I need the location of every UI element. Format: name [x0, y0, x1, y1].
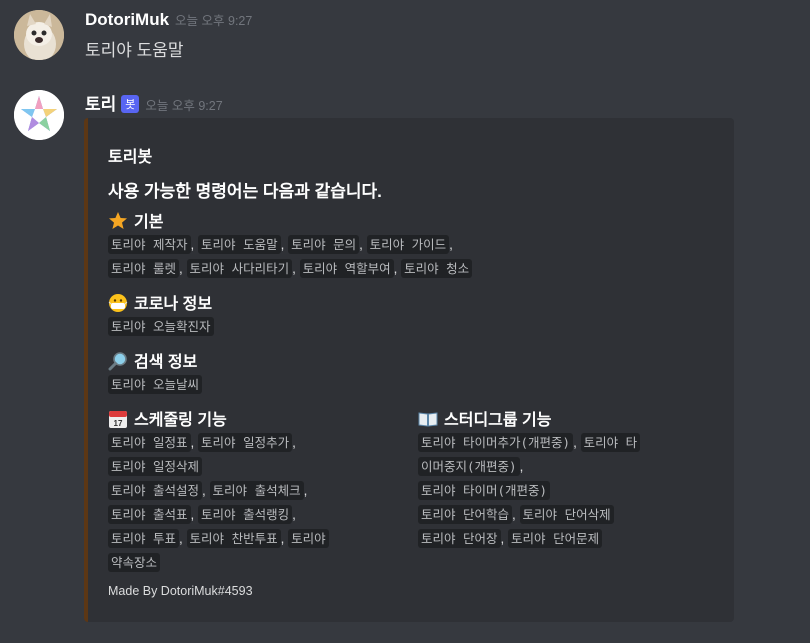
author-name-text[interactable]: DotoriMuk: [85, 10, 169, 29]
book-icon: [418, 412, 438, 427]
command-code: 토리야 일정추가: [198, 433, 293, 452]
command-code: 약속장소: [108, 553, 161, 572]
svg-text:17: 17: [114, 419, 123, 428]
field-value: 토리야 일정표, 토리야 일정추가, 토리야 일정삭제 토리야 출석설정, 토리…: [108, 431, 408, 575]
field-search-name: 검색 정보: [134, 354, 198, 371]
bot-author-name[interactable]: 토리: [85, 95, 116, 114]
command-code: 토리야 일정삭제: [108, 457, 203, 476]
command-code: 토리야 출석랭킹: [198, 505, 293, 524]
command-code: 토리야 출석설정: [108, 481, 203, 500]
field-schedule-name: 스케줄링 기능: [134, 412, 227, 429]
field-value: 토리야 오늘날씨: [108, 373, 728, 397]
field-basic-name: 기본: [134, 214, 164, 231]
message-content: 토리야 도움말: [85, 41, 184, 60]
author-name[interactable]: DotoriMuk 오늘 오후 9:27: [85, 10, 252, 30]
command-code: 토리야 타이머(개편중): [418, 481, 551, 500]
field-name: 17 스케줄링 기능: [108, 409, 408, 431]
command-code: 토리야 도움말: [198, 235, 281, 254]
star-icon: [109, 212, 127, 229]
field-name: 코로나 정보: [108, 293, 728, 315]
command-code: 토리야 출석표: [108, 505, 191, 524]
field-corona-name: 코로나 정보: [134, 296, 213, 313]
command-code: 토리야 찬반투표: [186, 529, 281, 548]
command-code: 토리야 사다리타기: [186, 259, 293, 278]
bot-tag: 봇: [121, 95, 140, 113]
field-name: 검색 정보: [108, 351, 728, 373]
field-value: 토리야 타이머추가(개편중), 토리야 타 이머중지(개편중), 토리야 타이머…: [418, 431, 718, 551]
command-code: 토리야 타이머추가(개편중): [418, 433, 574, 452]
timestamp: 오늘 오후 9:27: [145, 99, 223, 113]
command-code: 토리야 단어삭제: [519, 505, 614, 524]
embed-title: 토리봇: [108, 149, 153, 166]
user-avatar[interactable]: [14, 10, 64, 60]
help-embed: 토리봇 사용 가능한 명령어는 다음과 같습니다. 기본 토리야 제작자, 토리…: [84, 118, 734, 622]
command-code: 토리야 단어문제: [508, 529, 603, 548]
command-code: 토리야 제작자: [108, 235, 191, 254]
command-code: 토리야 청소: [401, 259, 473, 278]
command-code: 토리야 타: [580, 433, 641, 452]
field-basic: 기본 토리야 제작자, 토리야 도움말, 토리야 문의, 토리야 가이드, 토리…: [108, 211, 728, 281]
command-code: 토리야 역할부여: [299, 259, 394, 278]
field-schedule: 17 스케줄링 기능 토리야 일정표, 토리야 일정추가, 토리야 일정삭제 토리…: [108, 409, 408, 575]
field-value: 토리야 오늘확진자: [108, 315, 728, 339]
command-code: 토리야 일정표: [108, 433, 191, 452]
command-code: 토리야 룰렛: [108, 259, 180, 278]
bot-author[interactable]: 토리 봇 오늘 오후 9:27: [85, 90, 223, 115]
cat-avatar-icon: [14, 10, 64, 60]
field-study: 스터디그룹 기능 토리야 타이머추가(개편중), 토리야 타 이머중지(개편중)…: [418, 409, 718, 551]
star-logo-icon: [14, 90, 64, 140]
mask-face-icon: [108, 294, 128, 312]
calendar-icon: 17: [109, 411, 127, 428]
command-code: 토리야 가이드: [366, 235, 450, 254]
embed-description: 사용 가능한 명령어는 다음과 같습니다.: [108, 182, 382, 201]
command-code: 토리야 단어학습: [418, 505, 513, 524]
command-code: 이머중지(개편중): [418, 457, 520, 476]
command-code: 토리야 투표: [108, 529, 180, 548]
command-code: 토리야 오늘확진자: [108, 317, 214, 336]
field-name: 기본: [108, 211, 728, 233]
message-user: DotoriMuk 오늘 오후 9:27 토리야 도움말: [0, 0, 810, 80]
field-search: 검색 정보 토리야 오늘날씨: [108, 351, 728, 397]
bot-avatar[interactable]: [14, 90, 64, 140]
timestamp: 오늘 오후 9:27: [175, 14, 253, 28]
field-corona: 코로나 정보 토리야 오늘확진자: [108, 293, 728, 339]
command-code: 토리야 단어장: [418, 529, 501, 548]
command-code: 토리야: [288, 529, 329, 548]
field-name: 스터디그룹 기능: [418, 409, 718, 431]
field-value: 토리야 제작자, 토리야 도움말, 토리야 문의, 토리야 가이드, 토리야 룰…: [108, 233, 728, 281]
embed-footer: Made By DotoriMuk#4593: [108, 584, 253, 598]
magnifier-icon: [108, 352, 127, 371]
field-study-name: 스터디그룹 기능: [444, 412, 552, 429]
command-code: 토리야 출석체크: [209, 481, 304, 500]
command-code: 토리야 오늘날씨: [108, 375, 203, 394]
command-code: 토리야 문의: [288, 235, 360, 254]
